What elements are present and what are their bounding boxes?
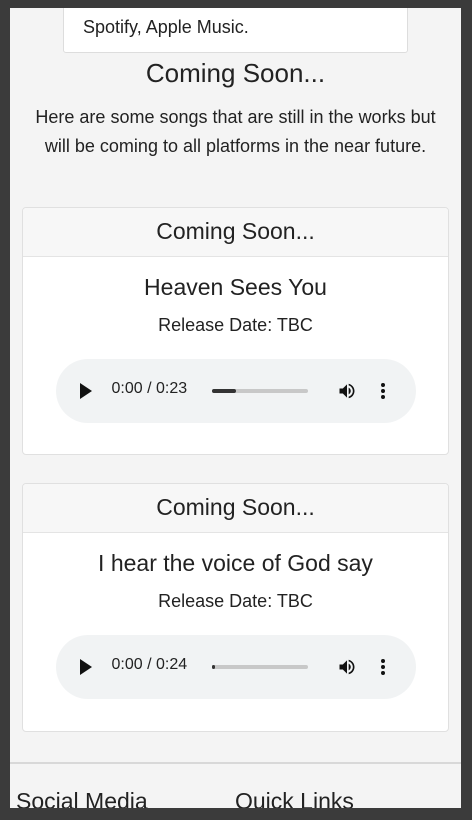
play-icon[interactable] bbox=[79, 659, 92, 675]
more-options-icon[interactable] bbox=[376, 381, 390, 401]
platforms-text: Spotify, Apple Music. bbox=[83, 17, 249, 37]
more-options-icon[interactable] bbox=[376, 657, 390, 677]
footer-social-heading: Social Media bbox=[16, 788, 148, 808]
song-card: Coming Soon... Heaven Sees You Release D… bbox=[22, 207, 449, 455]
audio-player[interactable]: 0:00 / 0:23 bbox=[55, 359, 416, 423]
card-header: Coming Soon... bbox=[23, 484, 448, 533]
card-header: Coming Soon... bbox=[23, 208, 448, 257]
seek-progress bbox=[211, 389, 237, 393]
coming-soon-heading: Coming Soon... bbox=[145, 58, 326, 88]
footer-divider bbox=[10, 762, 461, 764]
song-title: I hear the voice of God say bbox=[98, 550, 373, 576]
volume-icon[interactable] bbox=[337, 657, 357, 677]
release-date: Release Date: TBC bbox=[158, 315, 313, 335]
audio-player[interactable]: 0:00 / 0:24 bbox=[55, 635, 416, 699]
seek-progress bbox=[211, 665, 216, 669]
volume-icon[interactable] bbox=[337, 381, 357, 401]
release-date: Release Date: TBC bbox=[158, 591, 313, 611]
song-card: Coming Soon... I hear the voice of God s… bbox=[22, 483, 449, 732]
time-display: 0:00 / 0:24 bbox=[111, 656, 188, 673]
play-icon[interactable] bbox=[79, 383, 92, 399]
footer-links-heading: Quick Links bbox=[235, 788, 354, 808]
song-title: Heaven Sees You bbox=[144, 274, 327, 300]
time-display: 0:00 / 0:23 bbox=[111, 380, 188, 397]
platforms-card: Spotify, Apple Music. bbox=[63, 8, 408, 53]
seek-slider[interactable] bbox=[211, 665, 308, 669]
seek-slider[interactable] bbox=[211, 389, 308, 393]
page-viewport: Spotify, Apple Music. Coming Soon... Her… bbox=[10, 8, 461, 808]
coming-soon-description: Here are some songs that are still in th… bbox=[35, 107, 436, 156]
